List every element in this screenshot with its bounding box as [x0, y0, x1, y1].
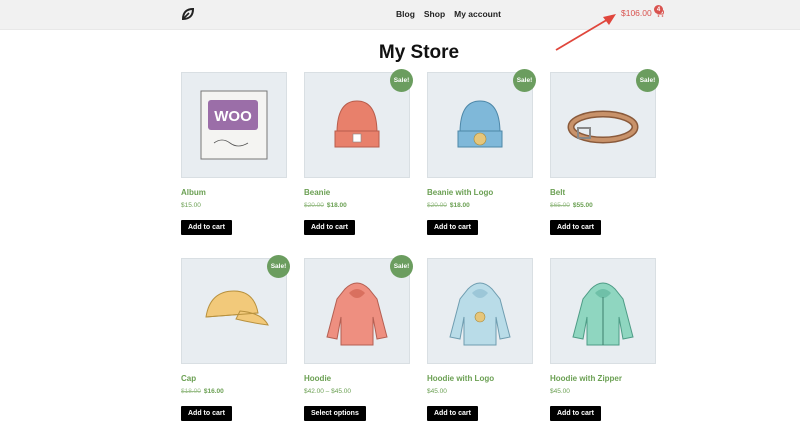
sale-badge: Sale!: [390, 255, 413, 278]
product-price: $45.00: [550, 388, 570, 395]
product-price: $42.00 – $45.00: [304, 388, 351, 395]
product-name[interactable]: Belt: [550, 188, 565, 197]
product-card: Sale! Cap $18.00 $16.00 Add to cart: [181, 255, 290, 421]
hoodie-zipper-image: [572, 282, 634, 346]
svg-text:WOO: WOO: [214, 108, 252, 125]
product-name[interactable]: Beanie with Logo: [427, 188, 493, 197]
sale-badge: Sale!: [390, 69, 413, 92]
sale-price: $18.00: [326, 202, 347, 209]
site-header: Blog Shop My account $106.00 4: [0, 0, 800, 30]
product-price: $20.00 $18.00: [304, 202, 347, 209]
product-card: WOO Album $15.00 Add to cart: [181, 72, 287, 235]
product-image-cap[interactable]: Sale!: [181, 255, 290, 364]
product-card: Sale! Belt $65.00 $55.00 Add to cart: [550, 69, 659, 235]
add-to-cart-button[interactable]: Add to cart: [304, 220, 355, 235]
regular-price: $45.00: [427, 388, 447, 395]
product-price: $15.00: [181, 202, 201, 209]
product-card: Hoodie with Zipper $45.00 Add to cart: [550, 258, 656, 421]
product-image-beanie-with-logo[interactable]: Sale!: [427, 69, 536, 178]
sale-price: $18.00: [449, 202, 470, 209]
nav-my-account[interactable]: My account: [454, 9, 501, 19]
cart-total: $106.00: [621, 8, 652, 18]
product-price: $18.00 $16.00: [181, 388, 224, 395]
old-price: $20.00: [304, 202, 324, 209]
product-card: Hoodie with Logo $45.00 Add to cart: [427, 258, 533, 421]
product-name[interactable]: Cap: [181, 374, 196, 383]
regular-price: $45.00: [550, 388, 570, 395]
sale-price: $16.00: [203, 388, 224, 395]
select-options-button[interactable]: Select options: [304, 406, 366, 421]
page-title: My Store: [378, 42, 460, 63]
product-price: $45.00: [427, 388, 447, 395]
product-card: Sale! Beanie $20.00 $18.00 Add to cart: [304, 69, 413, 235]
old-price: $65.00: [550, 202, 570, 209]
product-image-beanie[interactable]: Sale!: [304, 69, 413, 178]
cart-link[interactable]: $106.00 4: [621, 5, 664, 18]
product-card: Sale! Hoodie $42.00 – $45.00 Select opti…: [304, 255, 413, 421]
nav-shop[interactable]: Shop: [424, 9, 445, 19]
add-to-cart-button[interactable]: Add to cart: [181, 406, 232, 421]
sale-badge: Sale!: [513, 69, 536, 92]
hoodie-logo-image: [449, 282, 511, 346]
sale-price: $55.00: [572, 202, 593, 209]
product-image-hoodie-with-logo[interactable]: [427, 258, 533, 364]
product-name[interactable]: Hoodie: [304, 374, 331, 383]
sale-badge: Sale!: [267, 255, 290, 278]
add-to-cart-button[interactable]: Add to cart: [427, 220, 478, 235]
product-price: $65.00 $55.00: [550, 202, 593, 209]
old-price: $20.00: [427, 202, 447, 209]
product-name[interactable]: Hoodie with Zipper: [550, 374, 622, 383]
cart-count-badge: 4: [654, 5, 663, 14]
old-price: $18.00: [181, 388, 201, 395]
product-name[interactable]: Hoodie with Logo: [427, 374, 494, 383]
main-nav: Blog Shop My account: [396, 9, 501, 19]
product-card: Sale! Beanie with Logo $20.00 $18.00 Add …: [427, 69, 536, 235]
add-to-cart-button[interactable]: Add to cart: [427, 406, 478, 421]
product-price: $20.00 $18.00: [427, 202, 470, 209]
album-image: WOO: [200, 90, 268, 160]
add-to-cart-button[interactable]: Add to cart: [181, 220, 232, 235]
product-image-hoodie-with-zipper[interactable]: [550, 258, 656, 364]
product-name[interactable]: Beanie: [304, 188, 330, 197]
sale-badge: Sale!: [636, 69, 659, 92]
product-image-hoodie[interactable]: Sale!: [304, 255, 413, 364]
product-name[interactable]: Album: [181, 188, 206, 197]
add-to-cart-button[interactable]: Add to cart: [550, 220, 601, 235]
add-to-cart-button[interactable]: Add to cart: [550, 406, 601, 421]
product-image-album[interactable]: WOO: [181, 72, 287, 178]
product-image-belt[interactable]: Sale!: [550, 69, 659, 178]
nav-blog[interactable]: Blog: [396, 9, 415, 19]
leaf-logo-icon[interactable]: [180, 6, 196, 22]
price-range: $42.00 – $45.00: [304, 388, 351, 395]
regular-price: $15.00: [181, 202, 201, 209]
